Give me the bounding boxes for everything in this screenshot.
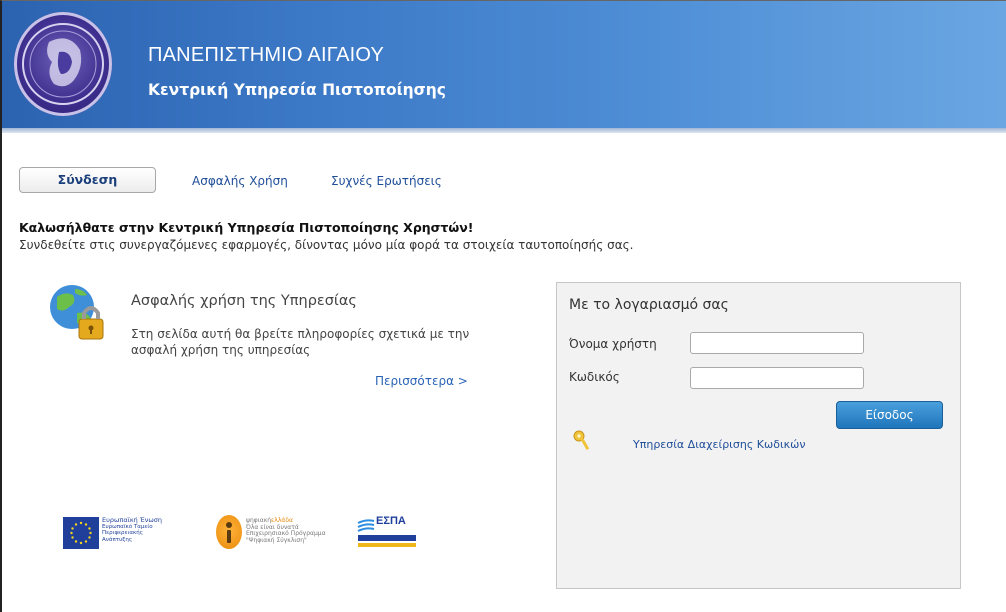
tab-safe-use[interactable]: Ασφαλής Χρήση xyxy=(192,174,288,188)
password-input[interactable] xyxy=(690,367,864,389)
eu-logo-text: Ευρωπαϊκή Ένωση Ευρωπαϊκό Ταμείο Περιφερ… xyxy=(102,516,163,543)
username-input[interactable] xyxy=(690,332,864,354)
password-label: Κωδικός xyxy=(569,370,620,384)
security-title: Ασφαλής χρήση της Υπηρεσίας xyxy=(131,293,357,309)
key-icon xyxy=(572,430,590,452)
password-management-link[interactable]: Υπηρεσία Διαχείρισης Κωδικών xyxy=(633,438,806,451)
espa-label: ΕΣΠΑ xyxy=(376,515,406,527)
login-panel xyxy=(556,282,961,589)
header-divider xyxy=(2,128,1006,133)
login-button[interactable]: Είσοδος xyxy=(836,401,943,429)
login-title: Με το λογαριασμό σας xyxy=(569,297,729,313)
more-link[interactable]: Περισσότερα > xyxy=(375,374,468,388)
service-name: Κεντρική Υπηρεσία Πιστοποίησης xyxy=(148,81,446,99)
security-text: Στη σελίδα αυτή θα βρείτε πληροφορίες σχ… xyxy=(131,327,470,357)
espa-logo: ΕΣΠΑ xyxy=(356,515,418,551)
tab-faq[interactable]: Συχνές Ερωτήσεις xyxy=(331,174,442,188)
welcome-heading: Καλωσήλθατε στην Κεντρική Υπηρεσία Πιστο… xyxy=(19,220,474,235)
university-logo xyxy=(14,12,112,116)
digital-greece-logo xyxy=(216,515,242,549)
university-name: ΠΑΝΕΠΙΣΤΗΜΙΟ ΑΙΓΑΙΟΥ xyxy=(148,44,385,66)
globe-lock-icon xyxy=(47,283,109,345)
username-label: Όνομα χρήστη xyxy=(569,337,657,351)
tab-login[interactable]: Σύνδεση xyxy=(19,167,156,193)
welcome-text: Συνδεθείτε στις συνεργαζόμενες εφαρμογές… xyxy=(19,238,634,252)
eu-flag-logo xyxy=(63,517,99,549)
digital-greece-text: ψηφιακήελλάδα Όλα είναι δυνατά Επιχειρησ… xyxy=(246,517,326,544)
